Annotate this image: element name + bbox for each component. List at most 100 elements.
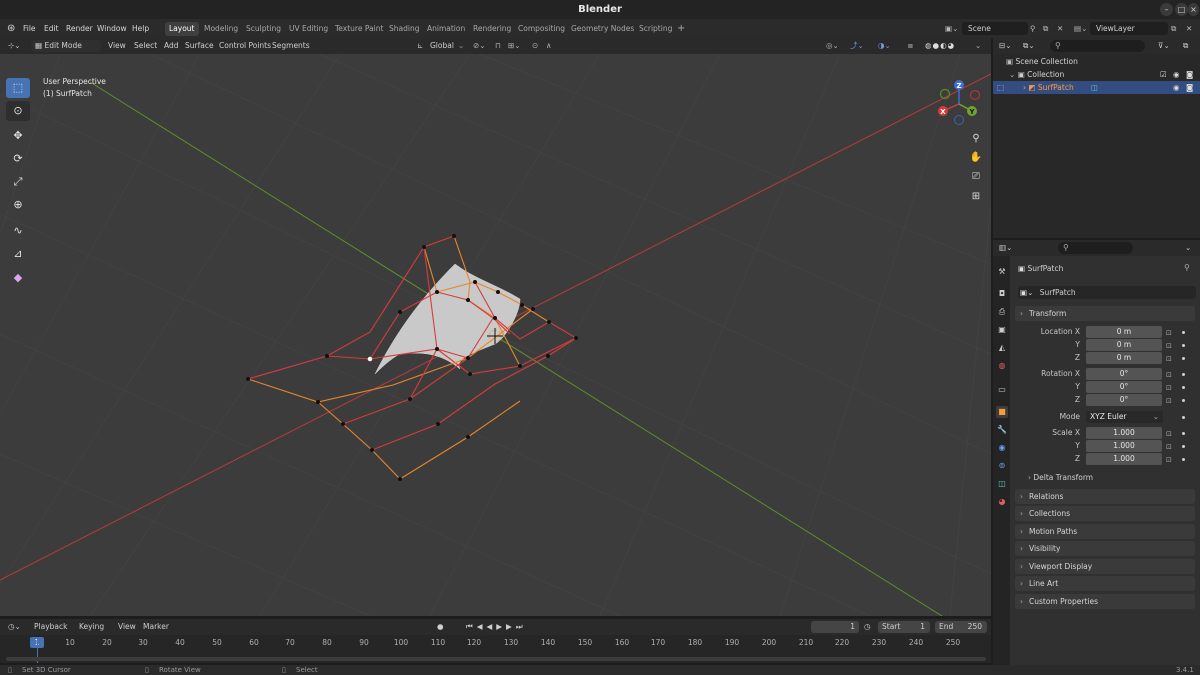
- view-layer-selector[interactable]: ViewLayer: [1090, 22, 1168, 35]
- measure-tool-icon[interactable]: ⊿: [6, 244, 30, 264]
- menu-surface[interactable]: Surface: [185, 38, 214, 54]
- rotation-x-field[interactable]: 0°: [1086, 368, 1162, 380]
- collections-panel[interactable]: Collections: [1015, 506, 1195, 521]
- keyframe-dot-icon[interactable]: [1182, 386, 1185, 389]
- edit-mode-icon[interactable]: ⬚: [997, 81, 1004, 94]
- pin-icon[interactable]: ⚲: [1030, 19, 1036, 38]
- tab-animation[interactable]: Animation: [423, 22, 469, 36]
- tool-tab-icon[interactable]: ⚒: [996, 266, 1008, 278]
- location-y-field[interactable]: 0 m: [1086, 339, 1162, 351]
- annotate-tool-icon[interactable]: ∿: [6, 221, 30, 241]
- lock-icon[interactable]: ⊡: [1166, 329, 1174, 337]
- menu-playback[interactable]: Playback: [34, 619, 67, 635]
- editor-type-icon[interactable]: ⊹⌄: [8, 38, 21, 54]
- expand-arrow-icon[interactable]: ⌄: [1009, 70, 1015, 79]
- render-tab-icon[interactable]: ◘: [996, 288, 1008, 300]
- checkbox-icon[interactable]: ☑: [1160, 68, 1167, 81]
- end-frame-field[interactable]: End 250: [935, 621, 987, 633]
- physics-tab-icon[interactable]: ◉: [996, 442, 1008, 454]
- keyframe-dot-icon[interactable]: [1182, 344, 1185, 347]
- view-layer-tab-icon[interactable]: ▣: [996, 324, 1008, 336]
- outliner-row-surfpatch[interactable]: ⬚ › ◩ SurfPatch ◫ ◉ ◙: [993, 81, 1200, 94]
- maximize-icon[interactable]: □: [1175, 3, 1188, 16]
- outliner-row-collection[interactable]: ⌄ ▣ Collection ☑ ◉ ◙: [993, 68, 1200, 81]
- delta-transform-subpanel[interactable]: › Delta Transform: [1028, 472, 1093, 484]
- outliner-search-input[interactable]: ⚲: [1050, 40, 1145, 52]
- rotation-z-field[interactable]: 0°: [1086, 394, 1162, 406]
- tab-geometry-nodes[interactable]: Geometry Nodes: [567, 22, 638, 36]
- navigation-gizmo[interactable]: Z X Y: [935, 78, 983, 126]
- line-art-panel[interactable]: Line Art: [1015, 576, 1195, 591]
- lock-icon[interactable]: ⊡: [1166, 397, 1174, 405]
- scale-y-field[interactable]: 1.000: [1086, 440, 1162, 452]
- keyframe-dot-icon[interactable]: [1182, 445, 1185, 448]
- blender-logo-icon[interactable]: ⊛: [7, 19, 15, 38]
- lock-icon[interactable]: ⊡: [1166, 342, 1174, 350]
- lock-icon[interactable]: ⊡: [1166, 430, 1174, 438]
- zoom-icon[interactable]: ⚲: [968, 131, 984, 147]
- scale-z-field[interactable]: 1.000: [1086, 453, 1162, 465]
- scale-x-field[interactable]: 1.000: [1086, 427, 1162, 439]
- delete-view-layer-icon[interactable]: ✕: [1186, 19, 1192, 38]
- properties-editor-icon[interactable]: ▥⌄: [999, 240, 1012, 256]
- tab-compositing[interactable]: Compositing: [514, 22, 569, 36]
- keyframe-dot-icon[interactable]: [1182, 357, 1185, 360]
- clock-icon[interactable]: ◷: [864, 619, 871, 635]
- motion-paths-panel[interactable]: Motion Paths: [1015, 524, 1195, 539]
- scene-selector[interactable]: Scene: [962, 22, 1028, 35]
- keyframe-dot-icon[interactable]: [1182, 373, 1185, 376]
- tab-shading[interactable]: Shading: [385, 22, 423, 36]
- keyframe-dot-icon[interactable]: [1182, 331, 1185, 334]
- tab-rendering[interactable]: Rendering: [469, 22, 515, 36]
- eye-icon[interactable]: ◉: [1173, 68, 1180, 81]
- scale-tool-icon[interactable]: ⤢: [6, 172, 30, 192]
- menu-select[interactable]: Select: [134, 38, 157, 54]
- options-chevron-icon[interactable]: ⌄: [1185, 240, 1191, 256]
- material-tab-icon[interactable]: ◕: [996, 496, 1008, 508]
- transform-panel-header[interactable]: Transform: [1015, 306, 1195, 321]
- eye-icon[interactable]: ◉: [1173, 81, 1180, 94]
- tab-sculpting[interactable]: Sculpting: [242, 22, 285, 36]
- 3d-viewport[interactable]: User Perspective (1) SurfPatch ⬚ ⊙ ✥ ⟳ ⤢…: [0, 54, 991, 616]
- gizmo-toggle-icon[interactable]: ⤴⌄: [850, 38, 864, 54]
- move-tool-icon[interactable]: ✥: [6, 126, 30, 146]
- view-layer-icon[interactable]: ▤⌄: [1074, 19, 1087, 38]
- timeline[interactable]: 1 10 20 30 40 50 60 70 80 90 100 110 120…: [0, 635, 991, 663]
- record-icon[interactable]: ●: [437, 619, 444, 635]
- collection-tab-icon[interactable]: ▭: [996, 384, 1008, 396]
- viewport-canvas[interactable]: [0, 54, 991, 616]
- transform-tool-icon[interactable]: ⊕: [6, 195, 30, 215]
- shading-options-icon[interactable]: ⌄: [975, 38, 981, 54]
- menu-segments[interactable]: Segments: [272, 38, 310, 54]
- viewport-display-panel[interactable]: Viewport Display: [1015, 559, 1195, 574]
- camera-icon[interactable]: ◙: [1186, 68, 1193, 81]
- cursor-tool-icon[interactable]: ⊙: [6, 101, 30, 121]
- rotation-mode-select[interactable]: XYZ Euler ⌄: [1086, 411, 1163, 423]
- custom-properties-panel[interactable]: Custom Properties: [1015, 594, 1195, 609]
- menu-help[interactable]: Help: [132, 19, 149, 38]
- display-mode-icon[interactable]: ⧉⌄: [1023, 38, 1035, 54]
- expand-arrow-icon[interactable]: ›: [1023, 83, 1026, 92]
- current-frame-field[interactable]: 1: [811, 621, 859, 633]
- snap-target-icon[interactable]: ⊞⌄: [508, 38, 521, 54]
- falloff-icon[interactable]: ∧: [546, 38, 552, 54]
- constraint-tab-icon[interactable]: ⊚: [996, 460, 1008, 472]
- tab-modeling[interactable]: Modeling: [200, 22, 242, 36]
- tab-uv-editing[interactable]: UV Editing: [285, 22, 332, 36]
- overlays-icon[interactable]: ◑⌄: [878, 38, 891, 54]
- pin-icon[interactable]: ⚲: [1184, 263, 1190, 272]
- data-tab-icon[interactable]: ◫: [996, 478, 1008, 490]
- camera-view-icon[interactable]: ⎚: [968, 169, 984, 185]
- menu-marker[interactable]: Marker: [143, 619, 169, 635]
- menu-file[interactable]: File: [23, 19, 36, 38]
- timeline-editor-icon[interactable]: ◷⌄: [8, 619, 21, 635]
- object-datablock-field[interactable]: ▣⌄ SurfPatch: [1018, 286, 1196, 299]
- keyframe-dot-icon[interactable]: [1182, 399, 1185, 402]
- shading-modes-icon[interactable]: ◍●◐◕: [925, 38, 955, 54]
- keyframe-dot-icon[interactable]: [1182, 458, 1185, 461]
- tab-texture-paint[interactable]: Texture Paint: [331, 22, 387, 36]
- tab-scripting[interactable]: Scripting: [635, 22, 676, 36]
- extrude-tool-icon[interactable]: ◆: [6, 268, 30, 288]
- visibility-panel[interactable]: Visibility: [1015, 541, 1195, 556]
- keyframe-dot-icon[interactable]: [1182, 432, 1185, 435]
